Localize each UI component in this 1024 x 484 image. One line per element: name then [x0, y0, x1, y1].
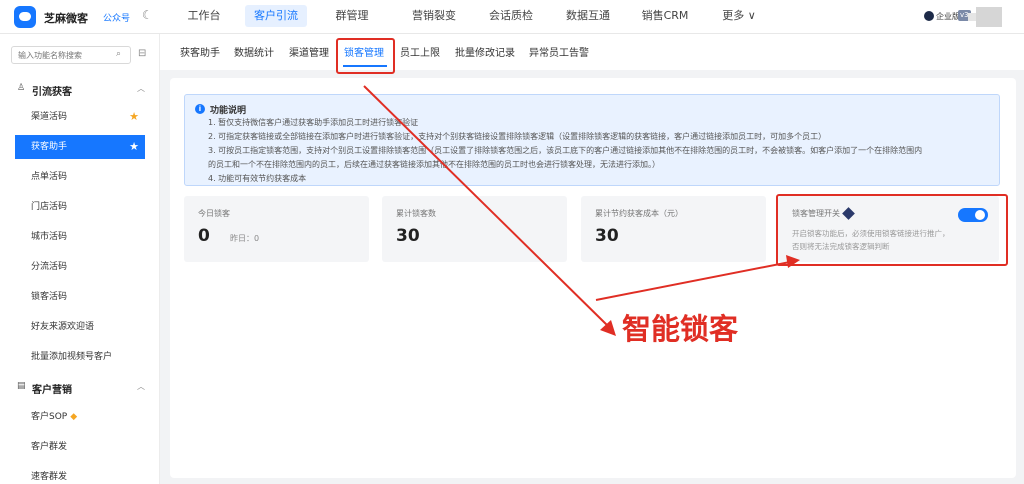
main-panel: i 功能说明 1. 暂仅支持微信客户通过获客助手添加员工时进行锁客验证 2. 可…: [170, 78, 1016, 478]
tab-employee-alert[interactable]: 异常员工告警: [529, 44, 589, 59]
sidebar-item-video-customers[interactable]: 批量添加视频号客户: [15, 345, 145, 369]
nav-item-data-sync[interactable]: 数据互通: [559, 5, 617, 27]
star-icon[interactable]: ★: [129, 135, 139, 159]
nav-item-workbench[interactable]: 工作台: [180, 5, 228, 27]
tab-employee-limit[interactable]: 员工上限: [400, 44, 440, 59]
sidebar-item-store-code[interactable]: 门店活码: [15, 195, 145, 219]
sidebar-item-welcome-message[interactable]: 好友来源欢迎语: [15, 315, 145, 339]
nav-item-more[interactable]: 更多 ∨: [715, 5, 763, 27]
chevron-up-icon[interactable]: ︿: [137, 381, 145, 392]
stat-label: 今日锁客: [198, 209, 230, 218]
tab-acquisition-assistant[interactable]: 获客助手: [180, 44, 220, 59]
sub-tab-bar: 获客助手 数据统计 渠道管理 锁客管理 员工上限 批量修改记录 异常员工告警: [160, 34, 1024, 70]
tab-statistics[interactable]: 数据统计: [234, 44, 274, 59]
chevron-up-icon[interactable]: ︿: [137, 83, 145, 94]
sidebar-item-customer-sop[interactable]: 客户SOP ◆: [15, 405, 145, 429]
app-name: 芝麻微客: [44, 12, 88, 25]
highlight-box-card: [776, 194, 1008, 266]
sidebar-item-acquisition-assistant[interactable]: 获客助手 ★: [15, 135, 145, 159]
sidebar-item-channel-code[interactable]: 渠道活码 ★: [15, 105, 145, 129]
stat-value: 30: [595, 226, 619, 246]
org-icon: [924, 11, 934, 21]
moon-icon[interactable]: ☾: [142, 8, 156, 22]
stat-value: 30: [396, 226, 420, 246]
account-type-tag[interactable]: 公众号: [103, 11, 130, 24]
stat-card-total-locked: 累计锁客数 30: [382, 196, 567, 262]
star-icon[interactable]: ★: [129, 105, 139, 129]
sidebar-search[interactable]: ⌕: [11, 46, 131, 64]
nav-item-session-qa[interactable]: 会话质检: [482, 5, 540, 27]
sidebar-item-quick-broadcast[interactable]: 速客群发: [15, 465, 145, 484]
sidebar: ⌕ ⊟ ♙ 引流获客 ︿ 渠道活码★ 获客助手★ 点单活码 门店活码 城市活码 …: [0, 34, 160, 484]
search-input[interactable]: [18, 49, 108, 62]
sidebar-item-order-code[interactable]: 点单活码: [15, 165, 145, 189]
stat-card-today: 今日锁客 0 昨日：0: [184, 196, 369, 262]
sidebar-item-customer-broadcast[interactable]: 客户群发: [15, 435, 145, 459]
sidebar-section-marketing[interactable]: ▤ 客户营销 ︿: [0, 377, 160, 397]
annotation-label: 智能锁客: [622, 312, 739, 346]
nav-item-sales-crm[interactable]: 销售CRM: [636, 5, 694, 27]
collapse-icon[interactable]: ⊟: [138, 47, 152, 61]
document-icon: ▤: [17, 381, 26, 391]
search-icon[interactable]: ⌕: [116, 49, 121, 59]
highlight-box-tab: [336, 38, 395, 74]
info-line: 4. 功能可有效节约获客成本: [208, 174, 307, 183]
nav-item-marketing-fission[interactable]: 营销裂变: [405, 5, 463, 27]
nav-item-group-management[interactable]: 群管理: [328, 5, 376, 27]
stat-yesterday: 昨日：0: [230, 234, 260, 243]
info-notice: i 功能说明 1. 暂仅支持微信客户通过获客助手添加员工时进行锁客验证 2. 可…: [184, 94, 1000, 186]
info-line: 的员工和一个不在排除范围内的员工，后续在通过获客链接添加其他不在排除范围的员工时…: [208, 160, 660, 169]
info-line: 3. 可按员工指定锁客范围，支持对个别员工设置排除锁客范围（员工设置了排除锁客范…: [208, 146, 923, 155]
info-icon: i: [195, 104, 205, 114]
stat-value: 0: [198, 226, 210, 246]
sidebar-item-label: 获客助手: [31, 142, 68, 152]
sidebar-item-label: 客户SOP: [31, 412, 68, 422]
stat-card-saved-cost: 累计节约获客成本（元） 30: [581, 196, 766, 262]
app-logo-icon[interactable]: [14, 6, 36, 28]
sidebar-section-acquisition[interactable]: ♙ 引流获客 ︿: [0, 79, 160, 99]
stat-label: 累计锁客数: [396, 209, 436, 218]
section-title: 客户营销: [32, 385, 72, 396]
sidebar-item-label: 渠道活码: [31, 112, 68, 122]
top-bar: 芝麻微客 公众号 ☾ 工作台 客户引流 群管理 营销裂变 会话质检 数据互通 销…: [0, 0, 1024, 34]
info-title: 功能说明: [210, 106, 247, 116]
section-title: 引流获客: [32, 87, 72, 98]
sidebar-item-city-code[interactable]: 城市活码: [15, 225, 145, 249]
tab-channel-management[interactable]: 渠道管理: [289, 44, 329, 59]
org-edition-label: 企业版: [936, 12, 960, 21]
user-icon: ♙: [17, 83, 26, 93]
tab-batch-edit-log[interactable]: 批量修改记录: [455, 44, 515, 59]
nav-item-customer-acquisition[interactable]: 客户引流: [245, 5, 307, 27]
info-line: 1. 暂仅支持微信客户通过获客助手添加员工时进行锁客验证: [208, 118, 419, 127]
stat-label: 累计节约获客成本（元）: [595, 209, 683, 218]
diamond-icon: ◆: [70, 412, 78, 422]
avatar-blur: [968, 13, 976, 21]
avatar[interactable]: [976, 7, 1002, 27]
sidebar-item-lock-code[interactable]: 锁客活码: [15, 285, 145, 309]
info-line: 2. 可指定获客链接或全部链接在添加客户时进行锁客验证，支持对个别获客链接设置排…: [208, 132, 827, 141]
sidebar-item-split-code[interactable]: 分流活码: [15, 255, 145, 279]
